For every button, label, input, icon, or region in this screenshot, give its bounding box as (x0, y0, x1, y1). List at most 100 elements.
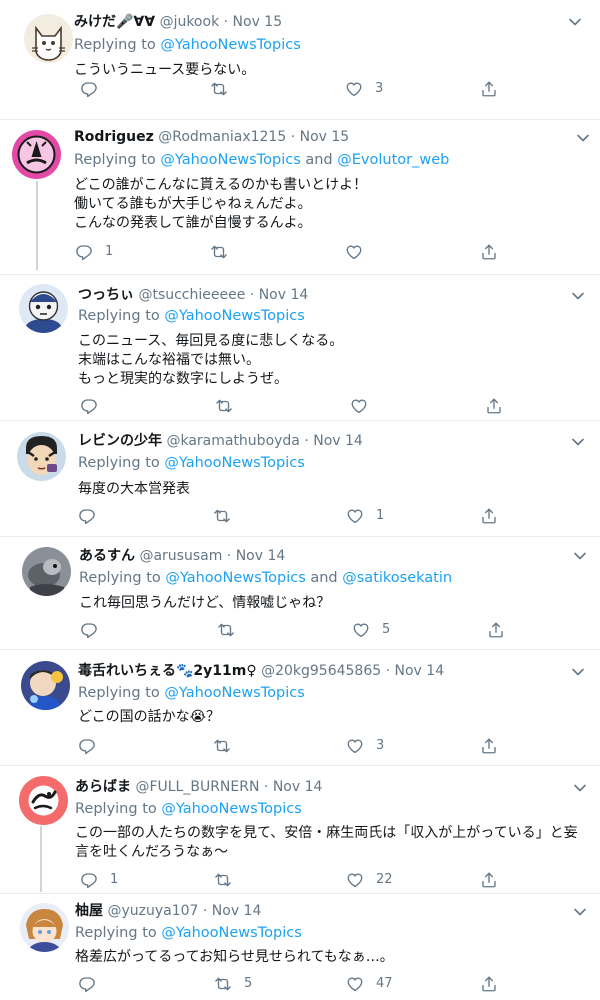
retweet-button[interactable] (217, 620, 247, 640)
like-button[interactable]: 5 (352, 620, 390, 640)
share-button[interactable] (480, 242, 498, 262)
separator-dot: · (299, 433, 314, 449)
display-name[interactable]: 柚屋 (75, 903, 103, 919)
chevron-down-icon[interactable] (572, 904, 588, 920)
replying-to: Replying to @YahooNewsTopics (74, 35, 301, 55)
tweet-date[interactable]: Nov 14 (395, 663, 445, 679)
tweet-text: これ毎回思うんだけど、情報嘘じゃね？ (79, 595, 331, 611)
retweet-button[interactable] (215, 396, 245, 416)
mention-link[interactable]: @YahooNewsTopics (164, 455, 304, 471)
reply-button[interactable] (78, 974, 108, 994)
like-button[interactable]: 3 (346, 736, 384, 756)
reply-button[interactable] (80, 79, 110, 99)
avatar[interactable] (21, 661, 70, 710)
mention-link[interactable]: @satikosekatin (342, 570, 452, 586)
retweet-button[interactable] (210, 79, 240, 99)
tweet-date[interactable]: Nov 14 (273, 779, 323, 795)
mention-link[interactable]: @YahooNewsTopics (165, 570, 305, 586)
retweet-button[interactable] (213, 736, 243, 756)
display-name[interactable]: 毒舌れいちぇる🐾2y11m♀ (78, 663, 257, 679)
tweet-date[interactable]: Nov 14 (236, 548, 286, 564)
mention-link[interactable]: @Evolutor_web (337, 152, 449, 168)
display-name[interactable]: あらばま (75, 779, 131, 795)
display-name[interactable]: つっちぃ (78, 287, 134, 303)
tweet-date[interactable]: Nov 14 (259, 287, 309, 303)
heart-icon (345, 80, 363, 98)
mention-link[interactable]: @YahooNewsTopics (161, 801, 301, 817)
display-name[interactable]: あるすん (79, 548, 135, 564)
tweet-date[interactable]: Nov 15 (233, 14, 283, 30)
chevron-down-icon[interactable] (575, 130, 591, 146)
like-button[interactable]: 47 (346, 974, 393, 994)
reply-button[interactable] (78, 736, 108, 756)
avatar[interactable] (19, 284, 68, 333)
like-button[interactable]: 22 (346, 870, 393, 890)
replying-to-label: Replying to (78, 308, 160, 324)
retweet-button[interactable] (214, 870, 244, 890)
avatar[interactable] (17, 432, 66, 481)
reply-button[interactable]: 1 (80, 870, 118, 890)
user-handle[interactable]: @karamathuboyda (166, 433, 299, 449)
reply-button[interactable] (80, 396, 110, 416)
separator-dot: · (381, 663, 395, 679)
tweet-separator (0, 536, 600, 537)
mention-link[interactable]: @YahooNewsTopics (164, 308, 304, 324)
user-handle[interactable]: @Rodmaniax1215 (158, 129, 286, 145)
reply-button[interactable] (78, 506, 108, 526)
mention-link[interactable]: @YahooNewsTopics (160, 152, 300, 168)
chevron-down-icon[interactable] (572, 548, 588, 564)
tweet-date[interactable]: Nov 15 (300, 129, 350, 145)
mention-link[interactable]: @YahooNewsTopics (164, 685, 304, 701)
avatar[interactable] (24, 14, 73, 63)
tweet-text: 毎度の大本営発表 (78, 481, 190, 497)
reply-icon (78, 737, 96, 755)
share-button[interactable] (487, 620, 505, 640)
avatar[interactable] (12, 130, 61, 179)
tweet-text: 格差広がってるってお知らせ見せられてもなぁ…。 (75, 949, 394, 965)
tweet-header: みけだ🎤∀∀ @jukook · Nov 15 (74, 13, 282, 31)
chevron-down-icon[interactable] (570, 434, 586, 450)
avatar[interactable] (22, 547, 71, 596)
chevron-down-icon[interactable] (567, 14, 583, 30)
user-handle[interactable]: @FULL_BURNERN (135, 779, 259, 795)
user-handle[interactable]: @jukook (160, 14, 220, 30)
avatar[interactable] (20, 903, 69, 952)
like-button[interactable]: 1 (346, 506, 384, 526)
chevron-down-icon[interactable] (572, 780, 588, 796)
display-name[interactable]: Rodriguez (74, 129, 154, 145)
retweet-icon (217, 621, 235, 639)
like-count: 47 (376, 976, 393, 991)
reply-icon (75, 243, 93, 261)
like-count: 3 (375, 81, 384, 96)
like-button[interactable] (345, 242, 375, 262)
mention-link[interactable]: @YahooNewsTopics (161, 925, 301, 941)
share-button[interactable] (480, 506, 498, 526)
retweet-icon (210, 80, 228, 98)
display-name[interactable]: みけだ🎤∀∀ (74, 14, 155, 30)
share-button[interactable] (480, 974, 498, 994)
like-button[interactable] (350, 396, 380, 416)
reply-button[interactable] (80, 620, 110, 640)
user-handle[interactable]: @tsucchieeeee (138, 287, 245, 303)
tweet-date[interactable]: Nov 14 (313, 433, 363, 449)
mention-link[interactable]: @YahooNewsTopics (160, 37, 300, 53)
display-name[interactable]: レビンの少年 (78, 433, 162, 449)
chevron-down-icon[interactable] (570, 288, 586, 304)
share-button[interactable] (480, 736, 498, 756)
like-button[interactable]: 3 (345, 79, 383, 99)
share-button[interactable] (480, 79, 498, 99)
avatar[interactable] (19, 776, 68, 825)
user-handle[interactable]: @yuzuya107 (107, 903, 198, 919)
reply-button[interactable]: 1 (75, 242, 113, 262)
tweet-date[interactable]: Nov 14 (212, 903, 262, 919)
reply-icon (80, 397, 98, 415)
user-handle[interactable]: @20kg95645865 (261, 663, 381, 679)
share-button[interactable] (485, 396, 503, 416)
retweet-button[interactable] (213, 506, 243, 526)
user-handle[interactable]: @arususam (139, 548, 222, 564)
replying-to-label: Replying to (79, 570, 161, 586)
retweet-button[interactable] (210, 242, 240, 262)
retweet-button[interactable]: 5 (214, 974, 252, 994)
share-button[interactable] (480, 870, 498, 890)
chevron-down-icon[interactable] (570, 664, 586, 680)
